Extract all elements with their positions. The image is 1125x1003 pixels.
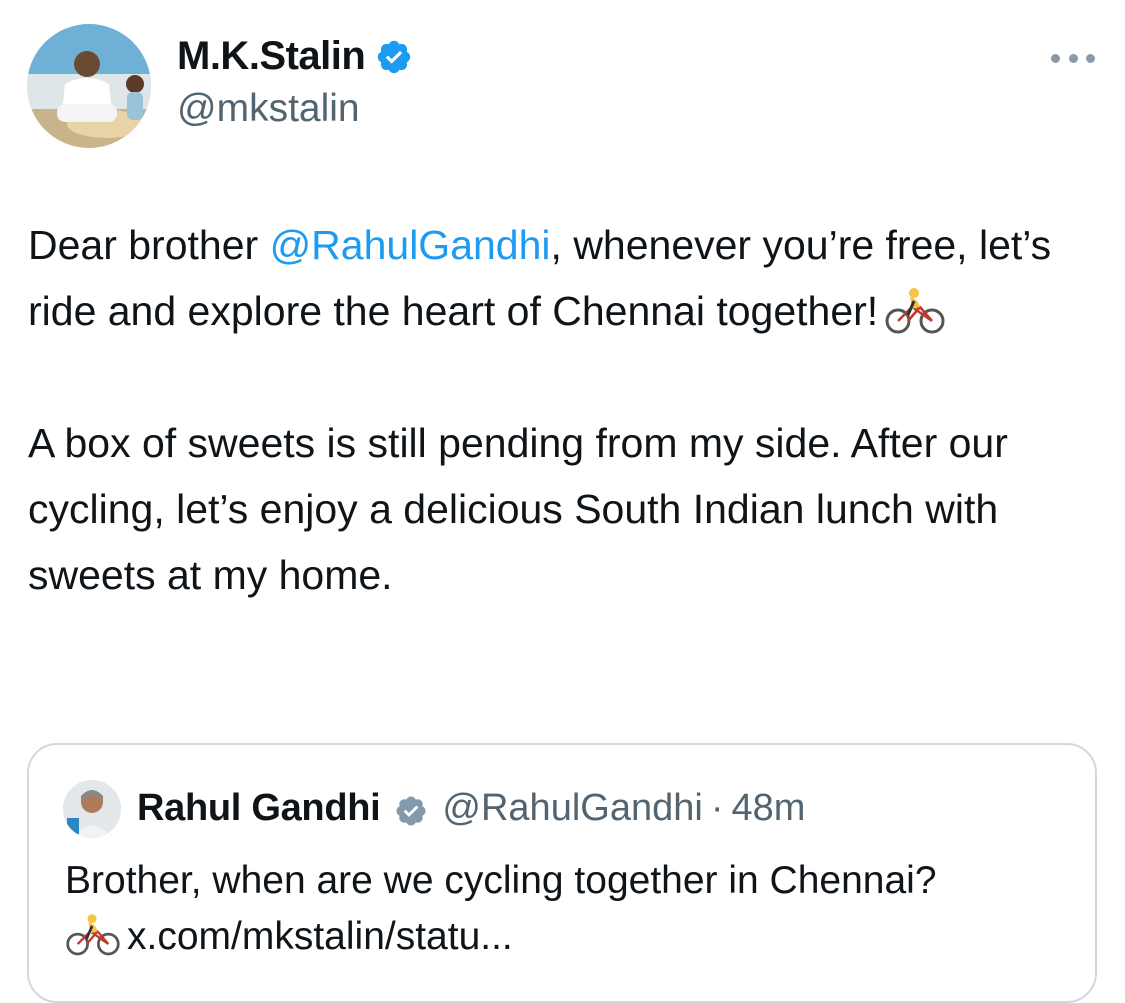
- author-name[interactable]: M.K.Stalin: [177, 30, 366, 82]
- quote-link[interactable]: x.com/mkstalin/statu...: [127, 915, 513, 958]
- author-handle[interactable]: @mkstalin: [177, 84, 360, 134]
- quoted-tweet[interactable]: Rahul Gandhi @RahulGandhi · 48m Brother,…: [27, 743, 1097, 1003]
- quote-author-name[interactable]: Rahul Gandhi: [137, 783, 381, 833]
- author-avatar[interactable]: [27, 24, 151, 148]
- verified-badge-icon: [375, 37, 413, 75]
- bicyclist-emoji-icon: [884, 287, 946, 335]
- quote-header: Rahul Gandhi @RahulGandhi · 48m: [137, 783, 805, 833]
- tweet-text: Dear brother @RahulGandhi, whenever you’…: [28, 212, 1098, 608]
- quote-author-avatar[interactable]: [63, 780, 121, 838]
- quote-text: Brother, when are we cycling together in…: [65, 853, 1075, 965]
- more-options-icon[interactable]: [1051, 48, 1095, 68]
- bicyclist-emoji-icon: [65, 913, 121, 957]
- quote-text-line-1: Brother, when are we cycling together in…: [65, 859, 937, 902]
- author-name-row[interactable]: M.K.Stalin: [177, 30, 413, 82]
- tweet-paragraph-2: A box of sweets is still pending from my…: [28, 420, 1008, 598]
- tweet-paragraph-1: Dear brother @RahulGandhi, whenever you’…: [28, 222, 1052, 335]
- quote-timestamp[interactable]: 48m: [731, 783, 805, 833]
- separator-dot: ·: [710, 787, 724, 829]
- mention-link[interactable]: @RahulGandhi: [270, 222, 551, 268]
- verified-badge-grey-icon: [394, 791, 428, 826]
- quote-author-handle[interactable]: @RahulGandhi: [442, 783, 702, 833]
- quote-text-line-2: x.com/mkstalin/statu...: [65, 909, 1075, 965]
